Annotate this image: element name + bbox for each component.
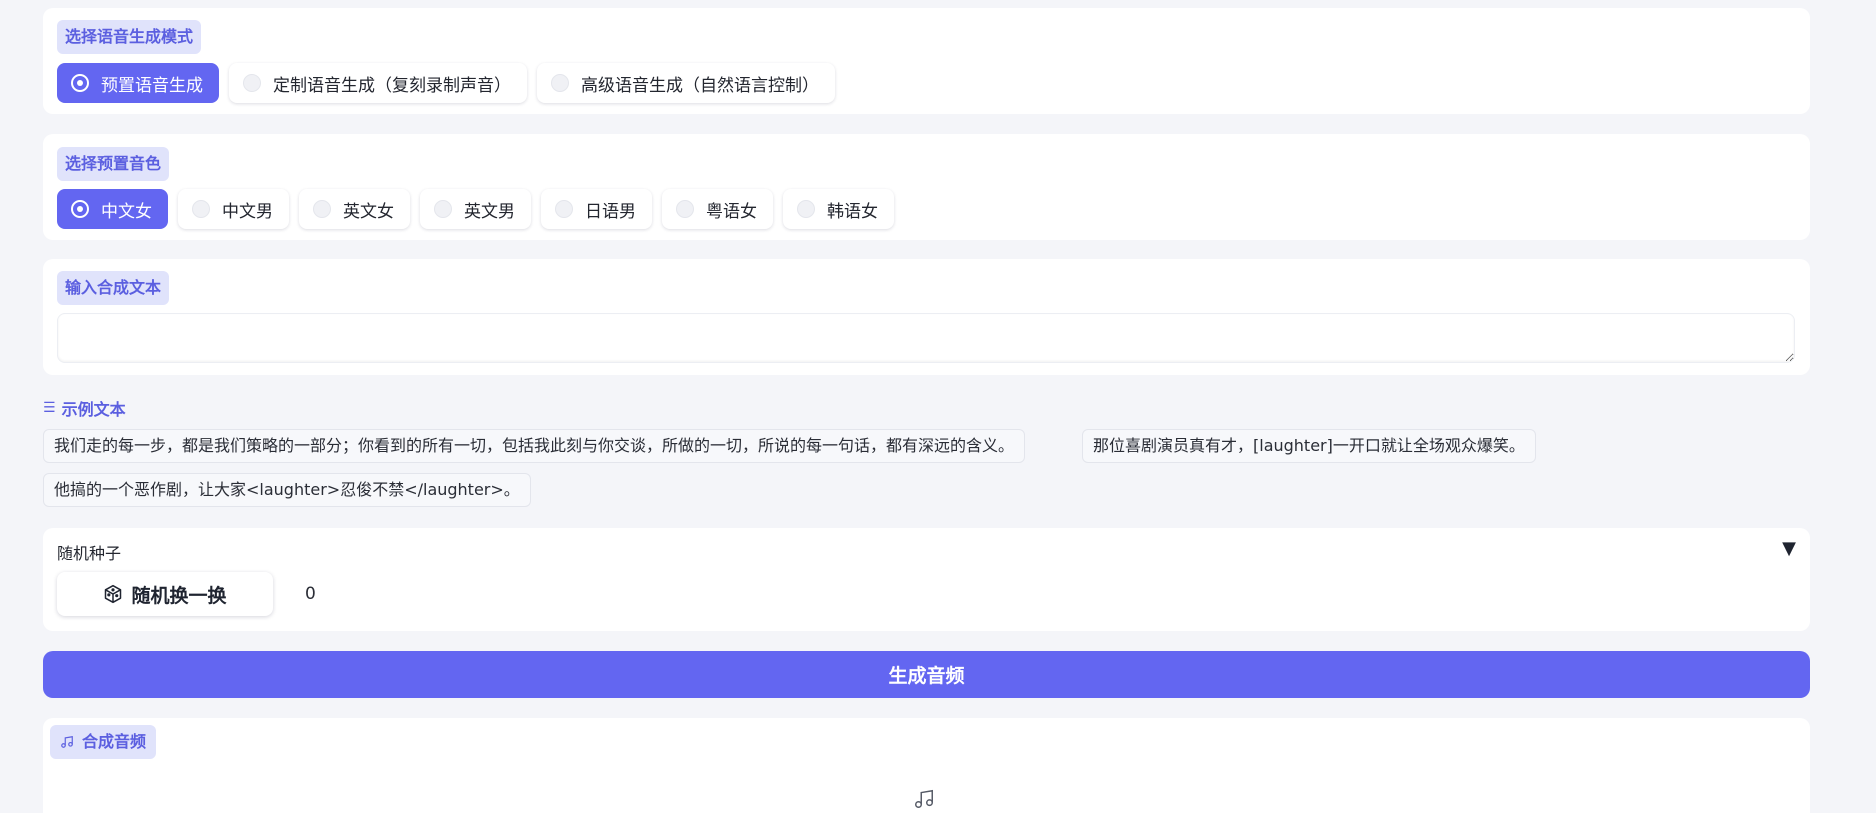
examples-title-label: 示例文本 [61, 400, 126, 419]
generate-audio-button[interactable]: 生成音频 [43, 651, 1810, 698]
voice-option-english-female[interactable]: 英文女 [299, 189, 410, 229]
voice-option-japanese-male[interactable]: 日语男 [541, 189, 652, 229]
audio-output-label-text: 合成音频 [82, 732, 147, 751]
radio-unselected-icon [243, 74, 261, 92]
example-text-1[interactable]: 我们走的每一步，都是我们策略的一部分；你看到的所有一切，包括我此刻与你交谈，所做… [43, 429, 1026, 463]
voice-radio-group: 中文女 中文男 英文女 英文男 日语男 粤语女 韩语女 [57, 189, 894, 229]
example-text-2[interactable]: 那位喜剧演员真有才，[laughter]一开口就让全场观众爆笑。 [1082, 429, 1536, 463]
audio-output-label: 合成音频 [50, 725, 157, 759]
example-text-3[interactable]: 他搞的一个恶作剧，让大家<laughter>忍俊不禁</laughter>。 [43, 473, 531, 507]
voice-option-label: 韩语女 [827, 201, 878, 222]
voice-option-label: 英文男 [464, 201, 515, 222]
mode-section-label: 选择语音生成模式 [57, 20, 202, 54]
music-note-icon [913, 788, 935, 810]
mode-option-label: 预置语音生成 [101, 75, 203, 96]
audio-output-panel: 合成音频 [43, 718, 1810, 813]
radio-unselected-icon [555, 200, 573, 218]
dice-icon [103, 584, 123, 604]
text-input-panel: 输入合成文本 [43, 259, 1810, 375]
voice-option-chinese-female[interactable]: 中文女 [57, 189, 168, 229]
radio-unselected-icon [313, 200, 331, 218]
collapse-arrow-icon[interactable]: ▼ [1782, 538, 1796, 559]
voice-option-label: 粤语女 [706, 201, 757, 222]
mode-option-custom[interactable]: 定制语音生成（复刻录制声音） [229, 63, 527, 103]
seed-label: 随机种子 [57, 544, 122, 563]
voice-option-cantonese-female[interactable]: 粤语女 [662, 189, 773, 229]
mode-option-label: 高级语音生成（自然语言控制） [581, 75, 819, 96]
radio-unselected-icon [434, 200, 452, 218]
radio-unselected-icon [676, 200, 694, 218]
mode-option-preset[interactable]: 预置语音生成 [57, 63, 219, 103]
radio-selected-icon [71, 200, 89, 218]
voice-option-label: 中文女 [101, 201, 152, 222]
mode-option-label: 定制语音生成（复刻录制声音） [273, 75, 511, 96]
mode-radio-group: 预置语音生成 定制语音生成（复刻录制声音） 高级语音生成（自然语言控制） [57, 63, 835, 103]
radio-unselected-icon [192, 200, 210, 218]
radio-unselected-icon [551, 74, 569, 92]
random-seed-button[interactable]: 随机换一换 [57, 572, 273, 616]
list-icon: ☰ [43, 400, 56, 416]
voice-option-korean-female[interactable]: 韩语女 [783, 189, 894, 229]
seed-panel: 随机种子 ▼ 随机换一换 0 [43, 528, 1810, 631]
random-seed-button-label: 随机换一换 [131, 584, 227, 607]
mode-option-advanced[interactable]: 高级语音生成（自然语言控制） [537, 63, 835, 103]
voice-option-label: 英文女 [343, 201, 394, 222]
voice-option-label: 日语男 [585, 201, 636, 222]
synthesis-text-input[interactable] [57, 313, 1795, 363]
radio-unselected-icon [797, 200, 815, 218]
voice-option-label: 中文男 [222, 201, 273, 222]
music-note-icon [60, 735, 74, 749]
radio-selected-icon [71, 74, 89, 92]
voice-option-english-male[interactable]: 英文男 [420, 189, 531, 229]
seed-value[interactable]: 0 [305, 584, 316, 604]
text-section-label: 输入合成文本 [57, 271, 170, 305]
mode-panel: 选择语音生成模式 预置语音生成 定制语音生成（复刻录制声音） 高级语音生成（自然… [43, 8, 1810, 114]
examples-title: ☰ 示例文本 [43, 396, 126, 420]
voice-section-label: 选择预置音色 [57, 147, 170, 181]
voice-panel: 选择预置音色 中文女 中文男 英文女 英文男 日语男 粤语女 韩语女 [43, 134, 1810, 240]
voice-option-chinese-male[interactable]: 中文男 [178, 189, 289, 229]
